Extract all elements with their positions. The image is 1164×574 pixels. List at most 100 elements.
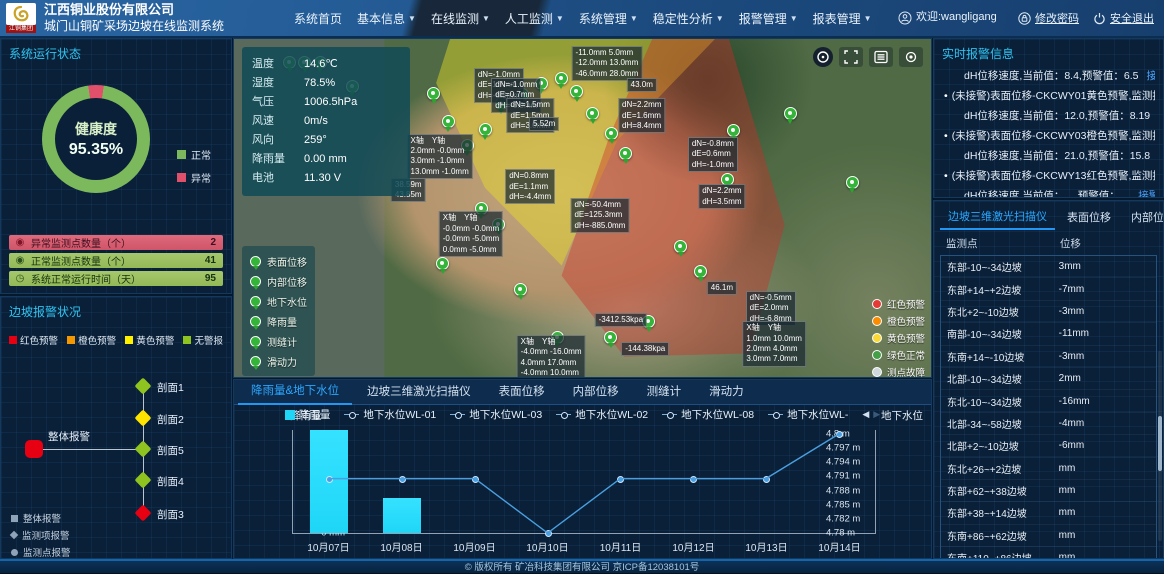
chart-tab-滑动力[interactable]: 滑动力 [696, 381, 757, 404]
status-stat-bars: ◉异常监测点数量（个）2◉正常监测点数量（个）41◷系统正常运行时间（天）95 [9, 235, 223, 289]
chart-legend-地下水位WL-03[interactable]: 地下水位WL-03 [450, 407, 542, 422]
compass-icon[interactable] [813, 47, 833, 67]
layer-legend-表面位移[interactable]: 表面位移 [250, 251, 307, 271]
slope-legend-橙色预警: 橙色预警 [67, 333, 116, 347]
chart-panel: 降雨量&地下水位边坡三维激光扫描仪表面位移内部位移测缝计滑动力 降雨量 降雨量地… [233, 379, 932, 559]
chart-tab-边坡三维激光扫描仪[interactable]: 边坡三维激光扫描仪 [354, 381, 484, 404]
chart-legend-地下水位WL-08[interactable]: 地下水位WL-08 [662, 407, 754, 422]
layer-legend-地下水位[interactable]: 地下水位 [250, 291, 307, 311]
layer-legend-滑动力[interactable]: 滑动力 [250, 351, 307, 371]
logout-label: 安全退出 [1110, 10, 1154, 26]
chart-tab-测缝计[interactable]: 测缝计 [634, 381, 695, 404]
logout-link[interactable]: 安全退出 [1093, 10, 1154, 26]
overall-alarm-label: 整体报警 [48, 429, 90, 444]
right-axis-title: 地下水位 [881, 408, 923, 423]
nav-item-报警管理[interactable]: 报警管理▼ [739, 10, 798, 27]
table-row[interactable]: 东北-10~-34边坡-16mm [941, 390, 1156, 412]
cell-displacement: 2mm [1059, 373, 1081, 384]
nav-item-人工监测[interactable]: 人工监测▼ [505, 10, 564, 27]
gold-shell-icon [12, 6, 30, 22]
cell-displacement: -3mm [1059, 351, 1085, 362]
table-row[interactable]: 东部-10~-34边坡3mm [941, 256, 1156, 278]
nav-item-报表管理[interactable]: 报表管理▼ [813, 10, 872, 27]
table-row[interactable]: 东部+14~+2边坡-7mm [941, 278, 1156, 300]
table-row[interactable]: 东南+14~-10边坡-3mm [941, 346, 1156, 368]
table-row[interactable]: 东部+38~+14边坡mm [941, 502, 1156, 524]
nav-item-基本信息[interactable]: 基本信息▼ [357, 10, 416, 27]
section-node-剖面4[interactable] [135, 472, 152, 489]
weather-label: 风向 [252, 131, 304, 150]
nav-item-稳定性分析[interactable]: 稳定性分析▼ [653, 10, 724, 27]
table-row[interactable]: 北部-10~-34边坡2mm [941, 368, 1156, 390]
monitor-pin[interactable] [442, 115, 455, 128]
monitor-pin[interactable] [846, 176, 859, 189]
table-row[interactable]: 北部-34~-58边坡-4mm [941, 413, 1156, 435]
chart-tab-降雨量&地下水位[interactable]: 降雨量&地下水位 [238, 380, 352, 405]
table-row[interactable]: 东南+86~+62边坡mm [941, 525, 1156, 547]
layers-list-icon[interactable] [869, 47, 893, 67]
layer-legend-内部位移[interactable]: 内部位移 [250, 271, 307, 291]
chart-legend-地下水位WL-02[interactable]: 地下水位WL-02 [556, 407, 648, 422]
acknowledge-link[interactable]: 接警 [1146, 70, 1155, 82]
change-password-link[interactable]: 修改密码 [1018, 10, 1079, 26]
table-row[interactable]: 东南+110~+86边坡mm [941, 547, 1156, 559]
scanner-tab-表面位移[interactable]: 表面位移 [1059, 207, 1119, 229]
section-node-剖面5[interactable] [135, 441, 152, 458]
table-row[interactable]: 东北+2~-10边坡-3mm [941, 301, 1156, 323]
acknowledge-link[interactable]: 接警 [1138, 190, 1155, 198]
legend-label: 红色预警 [20, 333, 58, 347]
scanner-tab-内部位移[interactable]: 内部位移 [1123, 207, 1164, 229]
cell-displacement: mm [1059, 507, 1076, 518]
nav-item-系统管理[interactable]: 系统管理▼ [579, 10, 638, 27]
layer-legend-测缝计[interactable]: 测缝计 [250, 331, 307, 351]
monitor-pin[interactable] [479, 123, 492, 136]
chart-legend-降雨量[interactable]: 降雨量 [285, 407, 331, 422]
table-row[interactable]: 东部+62~+38边坡mm [941, 480, 1156, 502]
satellite-map[interactable]: -11.0mm 5.0mm-12.0mm 13.0mm-46.0mm 28.0m… [233, 38, 932, 378]
layer-legend-降雨量[interactable]: 降雨量 [250, 311, 307, 331]
legend-label: 正常 [191, 147, 211, 162]
section-node-剖面3[interactable] [135, 505, 152, 522]
monitor-pin[interactable] [619, 147, 632, 160]
monitor-pin[interactable] [727, 124, 740, 137]
table-row[interactable]: 北部+2~-10边坡-6mm [941, 435, 1156, 457]
chart-tab-内部位移[interactable]: 内部位移 [560, 381, 632, 404]
nav-item-系统首页[interactable]: 系统首页 [294, 10, 342, 27]
monitor-pin[interactable] [436, 257, 449, 270]
pager-prev-icon[interactable]: ◀ [862, 409, 869, 420]
locate-icon[interactable] [899, 47, 923, 67]
monitor-pin[interactable] [784, 107, 797, 120]
pin-swatch [872, 367, 882, 377]
monitor-pin[interactable] [427, 87, 440, 100]
scrollbar-thumb[interactable] [1158, 416, 1162, 471]
table-row[interactable]: 南部-10~-34边坡-11mm [941, 323, 1156, 345]
legend-label: 地下水位 [267, 294, 307, 309]
section-label: 剖面2 [157, 412, 184, 427]
monitor-pin[interactable] [605, 127, 618, 140]
legend-swatch [177, 173, 186, 182]
pager-next-icon[interactable]: ▶ [873, 409, 880, 420]
section-node-剖面2[interactable] [135, 410, 152, 427]
square-icon [11, 515, 18, 522]
table-row[interactable]: 东北+26~+2边坡mm [941, 458, 1156, 480]
section-node-剖面1[interactable] [135, 378, 152, 395]
gauge-legend: 正常异常 [177, 147, 211, 193]
section-label: 剖面4 [157, 474, 184, 489]
scanner-tab-边坡三维激光扫描仪[interactable]: 边坡三维激光扫描仪 [940, 206, 1055, 230]
monitor-pin[interactable] [514, 283, 527, 296]
overall-alarm-node[interactable] [25, 440, 43, 458]
cell-displacement: mm [1059, 530, 1076, 541]
title-block: 江西铜业股份有限公司 城门山铜矿采场边坡在线监测系统 [44, 2, 224, 33]
welcome-text: 欢迎:wangligang [916, 11, 1004, 24]
chart-legend-地下水位WL-01[interactable]: 地下水位WL-01 [344, 407, 436, 422]
fullscreen-icon[interactable] [839, 47, 863, 67]
chart-tab-表面位移[interactable]: 表面位移 [486, 381, 558, 404]
legend-swatch [177, 150, 186, 159]
nav-item-在线监测[interactable]: 在线监测▼ [431, 10, 490, 27]
groundwater-line [293, 430, 875, 533]
logo-strip: 江铜集团 [6, 25, 36, 33]
stat-value: 2 [210, 237, 223, 248]
cell-displacement: -3mm [1059, 306, 1085, 317]
chart-legend-地下水位WL-[interactable]: 地下水位WL- [768, 407, 848, 422]
health-gauge-center: 健康度 95.35% [55, 98, 137, 180]
